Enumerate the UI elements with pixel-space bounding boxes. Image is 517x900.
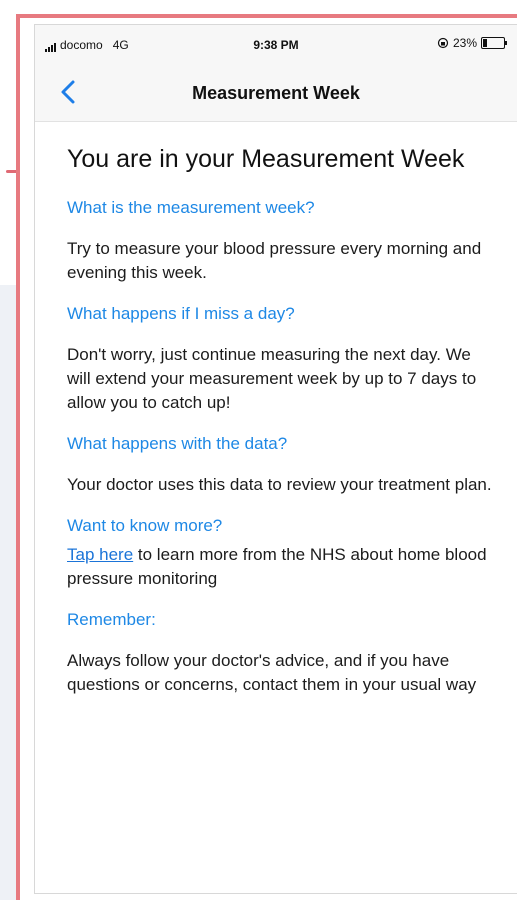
- section-answer: Try to measure your blood pressure every…: [67, 239, 482, 282]
- page-title: You are in your Measurement Week: [67, 145, 465, 173]
- more-text: Tap here to learn more from the NHS abou…: [67, 543, 497, 591]
- section-question: What happens if I miss a day?: [67, 304, 295, 323]
- section-answer: Don't worry, just continue measuring the…: [67, 345, 477, 412]
- remember-heading: Remember:: [67, 610, 156, 629]
- orientation-lock-icon: [437, 37, 449, 49]
- battery-percent: 23%: [452, 36, 477, 50]
- battery-icon: [481, 37, 507, 49]
- section-question: What happens with the data?: [67, 434, 288, 453]
- page-content: You are in your Measurement Week What is…: [67, 143, 497, 715]
- section-answer: Your doctor uses this data to review you…: [67, 475, 492, 494]
- battery-info: 23%: [437, 36, 507, 50]
- navigation-bar: Measurement Week: [35, 63, 517, 122]
- remember-text: Always follow your doctor's advice, and …: [67, 651, 477, 694]
- phone-screen: docomo 4G 9:38 PM 23% Measurement Week Y…: [34, 24, 517, 894]
- nhs-link[interactable]: Tap here: [67, 545, 133, 564]
- status-bar: docomo 4G 9:38 PM 23%: [35, 25, 517, 63]
- section-question: What is the measurement week?: [67, 198, 315, 217]
- more-question: Want to know more?: [67, 516, 223, 535]
- nav-title: Measurement Week: [192, 83, 360, 103]
